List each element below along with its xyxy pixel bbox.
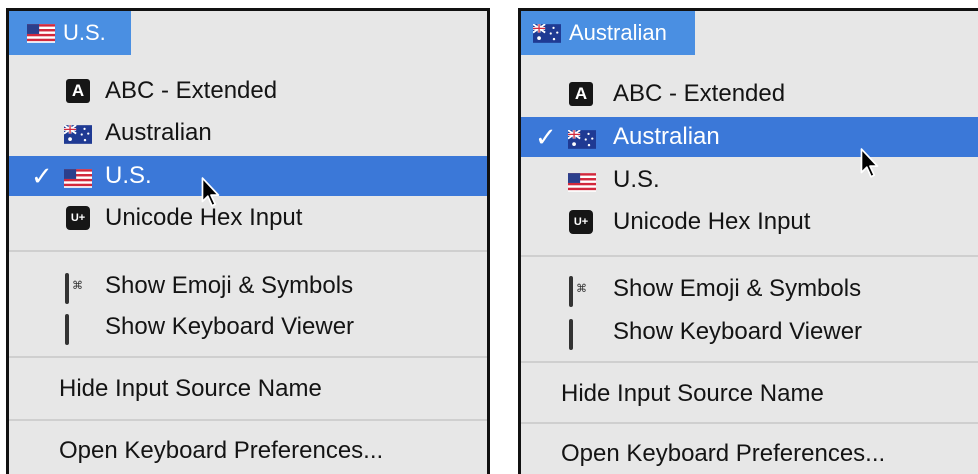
menu-item-unicode-hex-input[interactable]: U+ Unicode Hex Input <box>9 198 487 238</box>
menu-item-show-keyboard-viewer[interactable]: Show Keyboard Viewer <box>521 312 978 352</box>
menu-item-show-emoji-symbols[interactable]: ⌘ Show Emoji & Symbols <box>9 266 487 306</box>
menu-item-label: Show Emoji & Symbols <box>613 275 862 302</box>
menu-item-label: ABC - Extended <box>105 77 278 104</box>
menu-item-abc-extended[interactable]: A ABC - Extended <box>9 71 487 111</box>
menu-item-open-keyboard-preferences[interactable]: Open Keyboard Preferences... <box>9 431 487 471</box>
menu-item-label: Open Keyboard Preferences... <box>59 437 384 464</box>
menu-separator <box>521 361 978 363</box>
menu-item-label: U.S. <box>105 162 152 189</box>
menu-item-us[interactable]: U.S. <box>521 160 978 200</box>
mouse-pointer-icon <box>859 148 881 180</box>
menu-separator <box>9 250 487 252</box>
menubar-label: U.S. <box>63 20 106 45</box>
menu-item-label: Australian <box>105 119 212 146</box>
abc-extended-icon: A <box>569 82 593 106</box>
menubar-input-source-us[interactable]: U.S. <box>9 11 131 55</box>
input-menu-left: U.S. A ABC - Extended Australian ✓ U.S. … <box>6 8 490 474</box>
us-flag-icon <box>64 169 92 188</box>
menu-item-show-emoji-symbols[interactable]: ⌘ Show Emoji & Symbols <box>521 269 978 309</box>
checkmark-icon: ✓ <box>535 121 557 152</box>
menu-separator <box>9 356 487 358</box>
menubar-label: Australian <box>569 20 667 45</box>
keyboard-viewer-icon <box>65 314 69 345</box>
us-flag-icon <box>27 24 55 43</box>
menu-item-label: Show Emoji & Symbols <box>105 272 354 299</box>
emoji-symbols-icon: ⌘ <box>65 273 83 304</box>
unicode-hex-icon: U+ <box>569 210 593 234</box>
menu-item-label: Show Keyboard Viewer <box>105 313 355 340</box>
menu-item-hide-input-source-name[interactable]: Hide Input Source Name <box>9 369 487 409</box>
menu-item-label: Unicode Hex Input <box>613 208 811 235</box>
menu-item-label: Hide Input Source Name <box>561 380 824 407</box>
menu-item-show-keyboard-viewer[interactable]: Show Keyboard Viewer <box>9 307 487 347</box>
menu-item-us[interactable]: ✓ U.S. <box>9 156 487 196</box>
mouse-pointer-icon <box>200 177 222 209</box>
menu-item-label: Open Keyboard Preferences... <box>561 440 886 467</box>
menu-item-label: Australian <box>613 123 720 150</box>
menu-item-open-keyboard-preferences[interactable]: Open Keyboard Preferences... <box>521 434 978 474</box>
menu-item-unicode-hex-input[interactable]: U+ Unicode Hex Input <box>521 202 978 242</box>
keyboard-viewer-icon <box>569 319 573 350</box>
menu-separator <box>9 419 487 421</box>
us-flag-icon <box>568 173 596 192</box>
menu-item-label: Hide Input Source Name <box>59 375 322 402</box>
menu-separator <box>521 422 978 424</box>
australian-flag-icon <box>568 130 596 149</box>
australian-flag-icon <box>533 24 561 43</box>
abc-extended-icon: A <box>66 79 90 103</box>
menu-item-australian[interactable]: ✓ Australian <box>521 117 978 157</box>
australian-flag-icon <box>64 125 92 144</box>
menu-item-australian[interactable]: Australian <box>9 113 487 153</box>
menu-item-abc-extended[interactable]: A ABC - Extended <box>521 74 978 114</box>
checkmark-icon: ✓ <box>31 160 53 191</box>
emoji-symbols-icon: ⌘ <box>569 276 587 307</box>
input-menu-right: Australian A ABC - Extended ✓ Australian… <box>518 8 978 474</box>
unicode-hex-icon: U+ <box>66 206 90 230</box>
menu-item-label: U.S. <box>613 166 660 193</box>
menu-item-hide-input-source-name[interactable]: Hide Input Source Name <box>521 374 978 414</box>
menubar-input-source-australian[interactable]: Australian <box>521 11 695 55</box>
menu-item-label: Show Keyboard Viewer <box>613 318 863 345</box>
menu-separator <box>521 255 978 257</box>
menu-item-label: ABC - Extended <box>613 80 786 107</box>
